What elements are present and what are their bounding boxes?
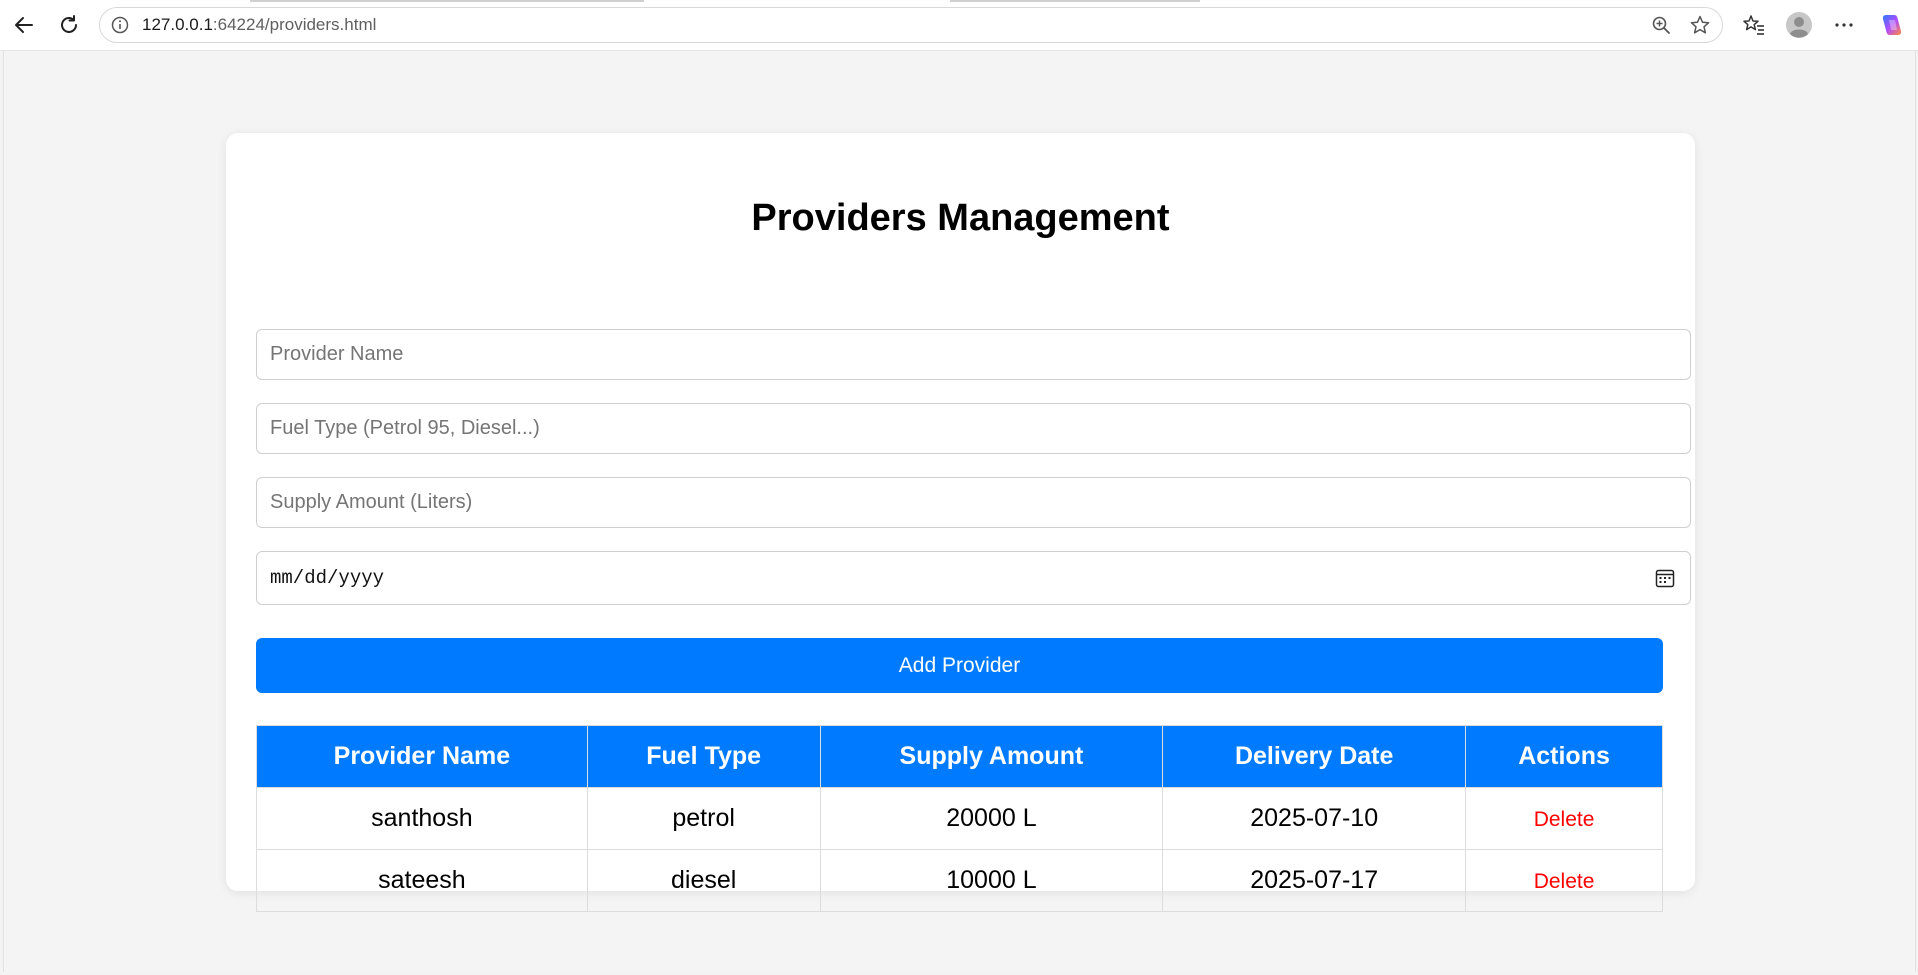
header-delivery-date: Delivery Date (1162, 725, 1467, 788)
cell-supply-amount: 10000 L (819, 849, 1164, 912)
delete-button[interactable]: Delete (1534, 808, 1595, 831)
cell-fuel-type: diesel (586, 849, 821, 912)
url-host: 127.0.0.1 (142, 15, 213, 34)
providers-card: Providers Management mm/dd/yyyy Add Prov… (226, 133, 1695, 912)
cell-delivery-date: 2025-07-10 (1162, 787, 1467, 850)
cell-supply-amount: 20000 L (819, 787, 1164, 850)
favorite-button[interactable] (1689, 14, 1711, 36)
header-supply-amount: Supply Amount (819, 725, 1164, 788)
add-provider-button[interactable]: Add Provider (256, 638, 1663, 693)
back-arrow-icon (15, 17, 33, 33)
cell-provider-name: santhosh (256, 787, 588, 850)
header-fuel-type: Fuel Type (586, 725, 821, 788)
favorites-button[interactable] (1740, 11, 1768, 39)
more-button[interactable] (1830, 11, 1858, 39)
zoom-in-icon (1652, 16, 1670, 34)
delete-button[interactable]: Delete (1534, 870, 1595, 893)
reload-button[interactable] (54, 10, 84, 40)
fuel-type-input[interactable] (256, 403, 1691, 454)
header-provider-name: Provider Name (256, 725, 588, 788)
provider-name-input[interactable] (256, 329, 1691, 380)
favorites-list-icon (1743, 15, 1764, 35)
more-dots-icon (1835, 23, 1853, 27)
table-row: sateesh diesel 10000 L 2025-07-17 Delete (256, 849, 1663, 912)
table-row: santhosh petrol 20000 L 2025-07-10 Delet… (256, 787, 1663, 850)
cell-actions: Delete (1465, 849, 1663, 912)
header-actions: Actions (1465, 725, 1663, 788)
site-info-icon[interactable] (110, 15, 130, 35)
tab-indicator-2 (950, 0, 1200, 2)
supply-amount-input[interactable] (256, 477, 1691, 528)
avatar-icon (1786, 12, 1812, 38)
cell-actions: Delete (1465, 787, 1663, 850)
page-title: Providers Management (751, 197, 1170, 239)
reload-icon (61, 15, 77, 33)
date-placeholder: mm/dd/yyyy (270, 567, 385, 589)
cell-fuel-type: petrol (586, 787, 821, 850)
url-text[interactable]: 127.0.0.1:64224/providers.html (142, 8, 376, 42)
table-header-row: Provider Name Fuel Type Supply Amount De… (256, 725, 1663, 788)
star-icon (1690, 15, 1710, 34)
url-path: :64224/providers.html (212, 15, 377, 34)
copilot-icon (1882, 15, 1902, 35)
zoom-button[interactable] (1650, 14, 1672, 36)
page-viewport: Providers Management mm/dd/yyyy Add Prov… (3, 51, 1916, 972)
calendar-icon[interactable] (1654, 567, 1676, 589)
copilot-button[interactable] (1878, 11, 1906, 39)
browser-toolbar: 127.0.0.1:64224/providers.html (0, 0, 1918, 51)
address-bar[interactable]: 127.0.0.1:64224/providers.html (99, 7, 1723, 43)
cell-provider-name: sateesh (256, 849, 588, 912)
delivery-date-input[interactable]: mm/dd/yyyy (256, 551, 1691, 605)
back-button[interactable] (9, 10, 39, 40)
tab-indicator (250, 0, 644, 2)
cell-delivery-date: 2025-07-17 (1162, 849, 1467, 912)
providers-table: Provider Name Fuel Type Supply Amount De… (256, 725, 1663, 912)
profile-button[interactable] (1785, 11, 1813, 39)
